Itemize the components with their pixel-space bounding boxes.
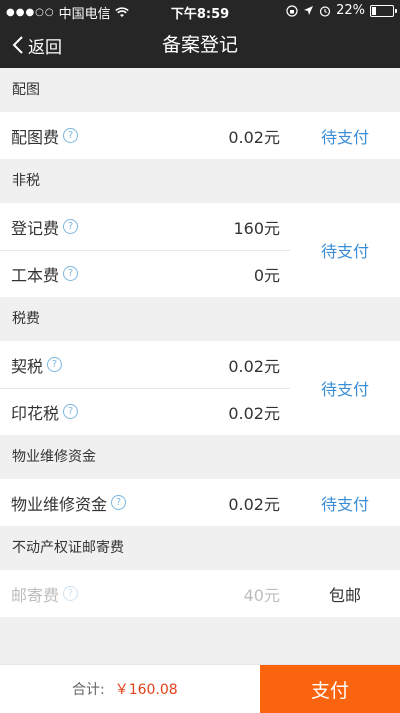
pay-status-link[interactable]: 待支付	[290, 479, 400, 526]
help-icon[interactable]: ?	[111, 495, 127, 510]
section-header-peitu: 配图	[0, 68, 400, 112]
pay-status-link[interactable]: 待支付	[290, 341, 400, 435]
back-label: 返回	[28, 37, 62, 58]
rotation-lock-icon	[286, 4, 298, 17]
location-icon	[304, 6, 314, 15]
pay-status-link[interactable]: 待支付	[290, 203, 400, 297]
section-header-youji: 不动产权证邮寄费	[0, 526, 400, 570]
total-summary: 合计: ￥160.08	[72, 665, 178, 713]
fee-list: 配图 配图费? 0.02元 待支付 非税 登记费? 160元 工本费? 0元 待…	[0, 68, 400, 617]
fee-group-peitu: 配图费? 0.02元 待支付	[0, 112, 400, 159]
fee-amount: 0.02元	[228, 127, 280, 147]
fee-label: 登记费	[11, 218, 60, 238]
battery-fill	[372, 6, 376, 15]
fee-row: 邮寄费? 40元	[0, 570, 290, 617]
section-header-shuifei: 税费	[0, 297, 400, 341]
total-label: 合计:	[72, 682, 105, 698]
fee-row: 契税? 0.02元	[0, 341, 290, 388]
status-bar: ●●●○○ 中国电信 下午8:59 22%	[0, 0, 400, 22]
section-header-feishui: 非税	[0, 159, 400, 203]
chevron-left-icon	[12, 36, 23, 54]
total-amount: ￥160.08	[114, 682, 178, 698]
fee-row: 物业维修资金? 0.02元	[0, 479, 290, 526]
fee-group-wuye: 物业维修资金? 0.02元 待支付	[0, 479, 400, 526]
fee-amount: 0.02元	[228, 494, 280, 514]
fee-label: 契税	[11, 356, 44, 376]
fee-label: 工本费	[11, 265, 60, 285]
help-icon[interactable]: ?	[63, 128, 79, 143]
back-button[interactable]: 返回	[12, 22, 62, 68]
bottom-bar: 合计: ￥160.08 支付	[0, 664, 400, 713]
status-right: 22%	[286, 3, 397, 18]
section-header-wuye: 物业维修资金	[0, 435, 400, 479]
free-shipping-label: 包邮	[328, 585, 361, 605]
nav-bar: 返回 备案登记	[0, 22, 400, 68]
help-icon[interactable]: ?	[63, 586, 79, 601]
help-icon[interactable]: ?	[63, 219, 79, 234]
fee-row: 配图费? 0.02元	[0, 112, 290, 159]
fee-amount: 0.02元	[228, 356, 280, 376]
alarm-icon	[319, 5, 331, 17]
help-icon[interactable]: ?	[47, 357, 63, 372]
help-icon[interactable]: ?	[63, 404, 79, 419]
pay-status-link[interactable]: 待支付	[290, 112, 400, 159]
battery-icon	[370, 4, 397, 17]
fee-amount: 40元	[243, 585, 280, 605]
fee-group-shuifei: 契税? 0.02元 印花税? 0.02元 待支付	[0, 341, 400, 435]
fee-label: 物业维修资金	[11, 494, 108, 514]
fee-label: 邮寄费	[11, 585, 60, 605]
help-icon[interactable]: ?	[63, 266, 79, 281]
fee-amount: 160元	[233, 218, 280, 238]
fee-amount: 0.02元	[228, 403, 280, 423]
fee-group-youji: 邮寄费? 40元 包邮	[0, 570, 400, 617]
pay-button[interactable]: 支付	[260, 665, 400, 713]
fee-row: 印花税? 0.02元	[0, 388, 290, 435]
fee-amount: 0元	[253, 265, 280, 285]
fee-group-feishui: 登记费? 160元 工本费? 0元 待支付	[0, 203, 400, 297]
fee-row: 登记费? 160元	[0, 203, 290, 250]
battery-percent: 22%	[336, 3, 365, 18]
fee-row: 工本费? 0元	[0, 250, 290, 297]
fee-label: 配图费	[11, 127, 60, 147]
fee-label: 印花税	[11, 403, 60, 423]
